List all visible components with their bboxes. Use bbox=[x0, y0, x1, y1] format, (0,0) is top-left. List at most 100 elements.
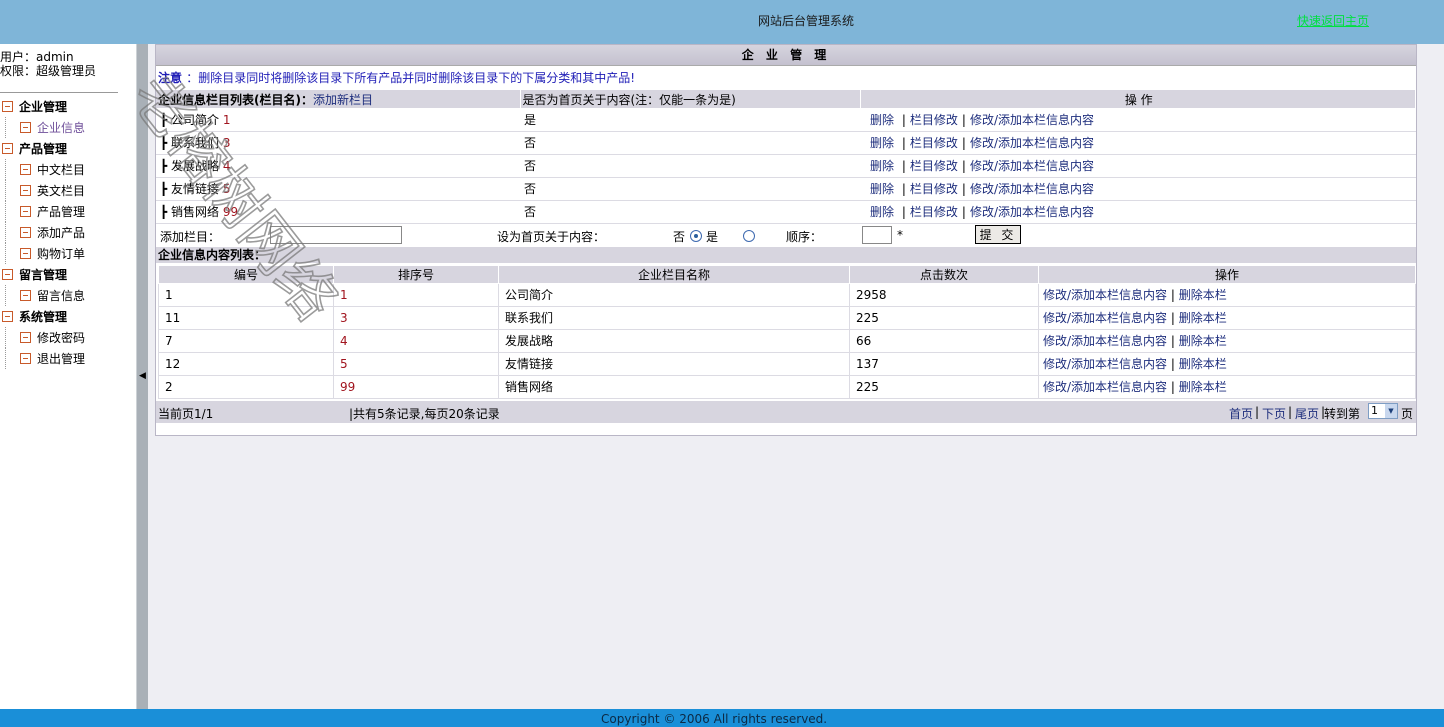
pagination-bar: 当前页1/1 |共有5条记录,每页20条记录 首页 | 下页 | 尾页 | 转到… bbox=[156, 400, 1416, 423]
notice: 注意 ：删除目录同时将删除该目录下所有产品并同时删除该目录下的下属分类和其中产品… bbox=[156, 66, 1416, 90]
edit-category-link[interactable]: 栏目修改 bbox=[910, 113, 958, 127]
menu-item-orders[interactable]: 购物订单 bbox=[0, 243, 136, 264]
radio-no[interactable] bbox=[690, 230, 702, 242]
menu-item-product-manage[interactable]: 产品管理 bbox=[0, 201, 136, 222]
order-input[interactable] bbox=[862, 225, 892, 244]
category-row: ┣ 联系我们 3 否 删除 | 栏目修改 | 修改/添加本栏信息内容 bbox=[156, 131, 1416, 155]
menu-group-company[interactable]: 企业管理 bbox=[0, 96, 136, 117]
table-row: 11 3 联系我们 225 修改/添加本栏信息内容 | 删除本栏 bbox=[158, 305, 1416, 330]
goto-label: 转到第 bbox=[1324, 406, 1361, 421]
edit-content-link[interactable]: 修改/添加本栏信息内容 bbox=[1043, 380, 1167, 394]
add-category-form: 添加栏目： 设为首页关于内容： 否 是 顺序： * 提 交 bbox=[156, 224, 1416, 247]
submit-button[interactable]: 提 交 bbox=[975, 224, 1021, 244]
menu-item-add-product[interactable]: 添加产品 bbox=[0, 222, 136, 243]
menu-item-logout[interactable]: 退出管理 bbox=[0, 348, 136, 369]
sidebar-splitter[interactable]: ◀ bbox=[136, 44, 148, 709]
menu-group-messages[interactable]: 留言管理 bbox=[0, 264, 136, 285]
divider bbox=[0, 92, 118, 93]
edit-category-link[interactable]: 栏目修改 bbox=[910, 182, 958, 196]
page-icon bbox=[20, 227, 31, 238]
main-content: 企 业 管 理 注意 ：删除目录同时将删除该目录下所有产品并同时删除该目录下的下… bbox=[148, 44, 1444, 709]
edit-category-link[interactable]: 栏目修改 bbox=[910, 159, 958, 173]
edit-content-link[interactable]: 修改/添加本栏信息内容 bbox=[1043, 357, 1167, 371]
page-icon bbox=[20, 164, 31, 175]
edit-content-link[interactable]: 修改/添加本栏信息内容 bbox=[1043, 334, 1167, 348]
collapse-arrow-icon[interactable]: ◀ bbox=[139, 371, 146, 381]
home-content-label: 设为首页关于内容： bbox=[497, 229, 606, 244]
page-select[interactable]: 1 ▼ bbox=[1368, 402, 1398, 419]
order-label: 顺序： bbox=[786, 229, 823, 244]
category-table: 企业信息栏目列表(栏目名)：添加新栏目 是否为首页关于内容(注：仅能一条为是) … bbox=[156, 90, 1416, 224]
menu-item-cn-category[interactable]: 中文栏目 bbox=[0, 159, 136, 180]
table-row: 1 1 公司简介 2958 修改/添加本栏信息内容 | 删除本栏 bbox=[158, 282, 1416, 307]
category-row: ┣ 公司简介 1 是 删除 | 栏目修改 | 修改/添加本栏信息内容 bbox=[156, 108, 1416, 132]
menu-item-change-password[interactable]: 修改密码 bbox=[0, 327, 136, 348]
chevron-down-icon: ▼ bbox=[1385, 403, 1397, 418]
menu-group-system[interactable]: 系统管理 bbox=[0, 306, 136, 327]
sidebar-menu: 企业管理 企业信息 产品管理 中文栏目 英文栏目 产品管理 添加产品 购物订单 … bbox=[0, 96, 136, 369]
top-bar: 网站后台管理系统 快速返回主页 bbox=[0, 0, 1444, 44]
menu-item-company-info[interactable]: 企业信息 bbox=[0, 117, 136, 138]
delete-link[interactable]: 删除 bbox=[870, 205, 894, 219]
content-table-header: 编号 排序号 企业栏目名称 点击数次 操作 bbox=[158, 264, 1416, 284]
delete-content-link[interactable]: 删除本栏 bbox=[1179, 357, 1227, 371]
page-suffix: 页 bbox=[1401, 406, 1414, 421]
user-info: 用户：admin 权限：超级管理员 bbox=[0, 50, 118, 93]
edit-category-link[interactable]: 栏目修改 bbox=[910, 136, 958, 150]
record-summary: |共有5条记录,每页20条记录 bbox=[349, 406, 500, 421]
sidebar: 用户：admin 权限：超级管理员 企业管理 企业信息 产品管理 中文栏目 英文… bbox=[0, 44, 136, 709]
page-icon bbox=[20, 248, 31, 259]
page-icon bbox=[20, 206, 31, 217]
content-list-title: 企业信息内容列表： bbox=[156, 246, 1416, 263]
page-icon bbox=[20, 185, 31, 196]
current-page: 当前页1/1 bbox=[158, 406, 214, 421]
edit-category-link[interactable]: 栏目修改 bbox=[910, 205, 958, 219]
category-row: ┣ 销售网络 99 否 删除 | 栏目修改 | 修改/添加本栏信息内容 bbox=[156, 200, 1416, 224]
add-category-link[interactable]: 添加新栏目 bbox=[313, 93, 373, 107]
menu-item-en-category[interactable]: 英文栏目 bbox=[0, 180, 136, 201]
home-link[interactable]: 快速返回主页 bbox=[1297, 12, 1369, 29]
page-icon bbox=[20, 290, 31, 301]
table-row: 12 5 友情链接 137 修改/添加本栏信息内容 | 删除本栏 bbox=[158, 351, 1416, 376]
radio-no-label: 否 bbox=[673, 229, 686, 244]
collapse-icon bbox=[2, 101, 13, 112]
delete-link[interactable]: 删除 bbox=[870, 136, 894, 150]
table-row: 7 4 发展战略 66 修改/添加本栏信息内容 | 删除本栏 bbox=[158, 328, 1416, 353]
category-table-header: 企业信息栏目列表(栏目名)：添加新栏目 是否为首页关于内容(注：仅能一条为是) … bbox=[156, 90, 1416, 108]
delete-link[interactable]: 删除 bbox=[870, 182, 894, 196]
edit-content-link[interactable]: 修改/添加本栏信息内容 bbox=[970, 113, 1094, 127]
category-name-input[interactable] bbox=[270, 225, 402, 244]
edit-content-link[interactable]: 修改/添加本栏信息内容 bbox=[1043, 311, 1167, 325]
edit-content-link[interactable]: 修改/添加本栏信息内容 bbox=[970, 205, 1094, 219]
first-page-link[interactable]: 首页 bbox=[1229, 405, 1253, 422]
table-row: 2 99 销售网络 225 修改/添加本栏信息内容 | 删除本栏 bbox=[158, 374, 1416, 399]
menu-item-message-info[interactable]: 留言信息 bbox=[0, 285, 136, 306]
radio-yes[interactable] bbox=[742, 230, 755, 242]
notice-label: 注意 bbox=[158, 71, 183, 85]
category-row: ┣ 发展战略 4 否 删除 | 栏目修改 | 修改/添加本栏信息内容 bbox=[156, 154, 1416, 178]
page-icon bbox=[20, 122, 31, 133]
delete-content-link[interactable]: 删除本栏 bbox=[1179, 288, 1227, 302]
copyright-bar: Copyright © 2006 All rights reserved. bbox=[0, 709, 1444, 727]
company-panel: 企 业 管 理 注意 ：删除目录同时将删除该目录下所有产品并同时删除该目录下的下… bbox=[155, 44, 1417, 436]
delete-link[interactable]: 删除 bbox=[870, 113, 894, 127]
user-role: 权限：超级管理员 bbox=[0, 64, 97, 78]
edit-content-link[interactable]: 修改/添加本栏信息内容 bbox=[970, 136, 1094, 150]
menu-group-products[interactable]: 产品管理 bbox=[0, 138, 136, 159]
notice-text: ：删除目录同时将删除该目录下所有产品并同时删除该目录下的下属分类和其中产品! bbox=[186, 71, 636, 85]
delete-link[interactable]: 删除 bbox=[870, 159, 894, 173]
last-page-link[interactable]: 尾页 bbox=[1295, 405, 1319, 422]
edit-content-link[interactable]: 修改/添加本栏信息内容 bbox=[970, 182, 1094, 196]
delete-content-link[interactable]: 删除本栏 bbox=[1179, 334, 1227, 348]
content-table: 编号 排序号 企业栏目名称 点击数次 操作 1 1 公司简介 2958 修改/添加本栏… bbox=[158, 264, 1416, 399]
delete-content-link[interactable]: 删除本栏 bbox=[1179, 380, 1227, 394]
add-category-label: 添加栏目： bbox=[160, 229, 221, 244]
collapse-icon bbox=[2, 143, 13, 154]
edit-content-link[interactable]: 修改/添加本栏信息内容 bbox=[1043, 288, 1167, 302]
category-row: ┣ 友情链接 5 否 删除 | 栏目修改 | 修改/添加本栏信息内容 bbox=[156, 177, 1416, 201]
delete-content-link[interactable]: 删除本栏 bbox=[1179, 311, 1227, 325]
radio-yes-label: 是 bbox=[706, 229, 719, 244]
edit-content-link[interactable]: 修改/添加本栏信息内容 bbox=[970, 159, 1094, 173]
user-name: 用户：admin bbox=[0, 50, 74, 64]
next-page-link[interactable]: 下页 bbox=[1262, 405, 1286, 422]
